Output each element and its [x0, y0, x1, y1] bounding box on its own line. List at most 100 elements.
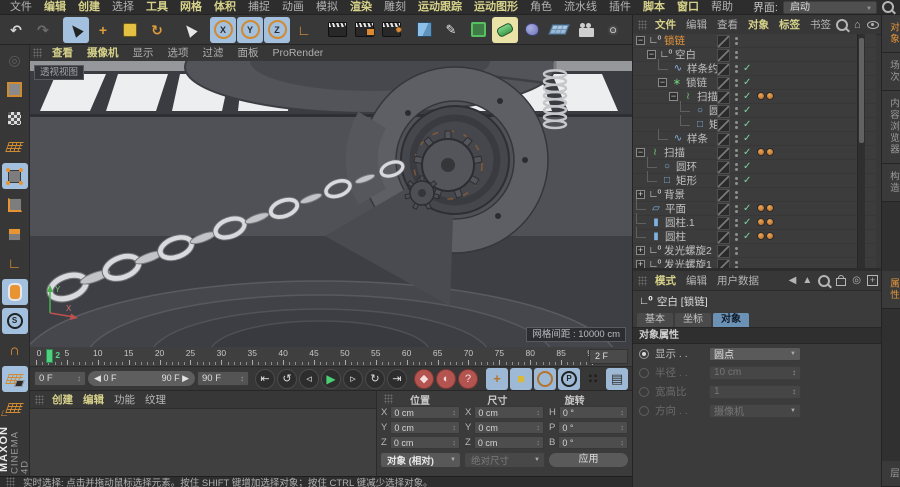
coord-value-field[interactable]: 0 cm ↕ [474, 406, 544, 419]
autokeying-button[interactable]: ◐ [436, 368, 457, 389]
menu-流水线[interactable]: 流水线 [558, 0, 603, 15]
tag-icon[interactable] [757, 218, 765, 226]
visibility-toggle[interactable] [717, 119, 730, 132]
visibility-toggle[interactable] [717, 77, 730, 90]
planar-workplane-button[interactable] [2, 395, 28, 421]
menu-工具[interactable]: 工具 [140, 0, 174, 15]
coord-value-field[interactable]: 0 cm ↕ [390, 406, 460, 419]
drag-grip-icon[interactable] [638, 19, 647, 30]
attr-tab-坐标[interactable]: 坐标 [675, 313, 711, 327]
enabled-check-icon[interactable]: ✓ [743, 230, 751, 244]
workplane-mode-button[interactable] [2, 134, 28, 160]
enabled-check-icon[interactable]: ✓ [743, 160, 751, 174]
menu-选择[interactable]: 选择 [106, 0, 140, 15]
drag-grip-icon[interactable] [638, 275, 647, 286]
om-menu-书签[interactable]: 书签 [805, 17, 836, 32]
tweak-mode-button[interactable] [1, 279, 28, 305]
edges-mode-button[interactable] [2, 192, 28, 218]
editor-render-dots[interactable] [735, 51, 738, 54]
editor-render-dots[interactable] [735, 79, 738, 82]
editor-render-dots[interactable] [735, 205, 738, 208]
coord-mode-dropdown[interactable]: 对象 (相对) [381, 453, 460, 467]
add-camera-button[interactable] [573, 17, 599, 43]
tree-row-矩形[interactable]: □ 矩形 ✓ [633, 171, 876, 188]
jump-start-button[interactable]: ⇤ [255, 368, 276, 389]
home-icon[interactable]: ⌂ [854, 19, 861, 30]
play-button[interactable]: ▶ [321, 368, 342, 389]
viewport-menu-显示[interactable]: 显示 [126, 45, 161, 61]
collapse-toggle-icon[interactable]: − [669, 92, 678, 101]
range-start-field[interactable]: 0 F ↕ [34, 371, 87, 386]
menu-帮助[interactable]: 帮助 [705, 0, 739, 15]
frame-ruler[interactable]: 0510152025303540455055606570758085902 [33, 347, 597, 366]
side-tab-构造[interactable]: 构造 [882, 163, 900, 202]
tag-icon[interactable] [766, 204, 774, 212]
tree-row-锁链[interactable]: − ∟⁰ 锁链 [633, 34, 876, 48]
collapse-toggle-icon[interactable]: − [658, 78, 667, 87]
tag-icon[interactable] [766, 92, 774, 100]
tree-row-平面[interactable]: ▱ 平面 ✓ [633, 199, 876, 216]
lock-y-axis-button[interactable]: Y [237, 16, 263, 43]
tree-row-样条[interactable]: ∿ 样条 ✓ [633, 129, 876, 146]
viewport-solo-button[interactable]: S [1, 308, 28, 334]
tree-row-样条约束[interactable]: ∿ 样条约束 ✓ [633, 59, 876, 76]
menu-创建[interactable]: 创建 [72, 0, 106, 15]
side-tab-层[interactable]: 层 [882, 460, 900, 487]
previous-key-button[interactable]: ↺ [277, 368, 298, 389]
drag-grip-icon[interactable] [35, 394, 44, 405]
menu-雕刻[interactable]: 雕刻 [378, 0, 412, 15]
editor-render-dots[interactable] [735, 233, 738, 236]
keyframe-selection-filter-toggle[interactable]: ▤ [606, 367, 629, 390]
attr-dropdown[interactable]: 圆点 [709, 346, 801, 361]
coord-value-field[interactable]: 0 ° ↕ [558, 421, 628, 434]
stepper-arrows-icon[interactable]: ↕ [452, 423, 456, 432]
record-parameter-toggle[interactable]: P [558, 367, 581, 390]
viewport-scene[interactable]: Y X [30, 61, 632, 347]
expand-toggle-icon[interactable]: + [636, 260, 645, 268]
keyframe-help-button[interactable]: ? [458, 368, 479, 389]
viewport-menu-摄像机[interactable]: 摄像机 [80, 45, 126, 61]
record-scale-toggle[interactable]: ■ [510, 367, 533, 390]
menu-运动图形[interactable]: 运动图形 [468, 0, 524, 15]
tree-row-扫描[interactable]: − ≀ 扫描 ✓ [633, 146, 876, 160]
am-menu-用户数据[interactable]: 用户数据 [712, 273, 764, 288]
om-menu-对象[interactable]: 对象 [743, 17, 774, 32]
stepper-arrows-icon[interactable]: ↕ [452, 438, 456, 447]
tree-row-锁链[interactable]: − ∗ 锁链 ✓ [633, 76, 876, 90]
history-back-icon[interactable]: ◀ [789, 275, 797, 286]
editor-render-dots[interactable] [735, 93, 738, 96]
record-position-toggle[interactable]: + [486, 367, 509, 390]
coordinate-system-button[interactable]: ∟ [291, 17, 317, 43]
tree-row-背景[interactable]: + ∟⁰ 背景 [633, 188, 876, 202]
tree-row-发光螺旋2[interactable]: + ∟⁰ 发光螺旋2 [633, 244, 876, 258]
tree-row-圆柱[interactable]: ▮ 圆柱 ✓ [633, 227, 876, 244]
coord-value-field[interactable]: 0 ° ↕ [558, 406, 628, 419]
key-radio-icon[interactable] [639, 367, 649, 378]
current-frame-field[interactable]: 2 F [589, 349, 628, 364]
enabled-check-icon[interactable]: ✓ [743, 146, 751, 160]
editor-render-dots[interactable] [735, 121, 738, 124]
key-radio-icon[interactable] [639, 348, 649, 359]
recent-tool-button[interactable] [177, 17, 203, 43]
points-mode-button[interactable] [1, 163, 28, 189]
tree-row-圆环[interactable]: ○ 圆环 ✓ [633, 157, 876, 174]
tree-row-空白[interactable]: − ∟⁰ 空白 [633, 48, 876, 62]
enabled-check-icon[interactable]: ✓ [743, 90, 751, 104]
tag-icon[interactable] [766, 148, 774, 156]
editor-render-dots[interactable] [735, 107, 738, 110]
search-icon[interactable] [836, 18, 848, 31]
menu-窗口[interactable]: 窗口 [671, 0, 705, 15]
menu-捕捉[interactable]: 捕捉 [242, 0, 276, 15]
lock-x-axis-button[interactable]: X [210, 16, 236, 43]
am-menu-编辑[interactable]: 编辑 [681, 273, 712, 288]
editor-render-dots[interactable] [735, 219, 738, 222]
viewport-menu-查看[interactable]: 查看 [45, 45, 80, 61]
viewport-menu-选项[interactable]: 选项 [161, 45, 196, 61]
add-deformer-button[interactable] [492, 16, 518, 43]
scrollbar-thumb[interactable] [859, 38, 864, 143]
lock-workplane-button[interactable] [1, 366, 28, 392]
stepper-arrows-icon[interactable]: ↕ [240, 374, 244, 383]
attr-tab-基本[interactable]: 基本 [637, 313, 673, 327]
undo-button[interactable]: ↶ [3, 17, 29, 43]
object-tree-scrollbar[interactable] [857, 34, 865, 268]
